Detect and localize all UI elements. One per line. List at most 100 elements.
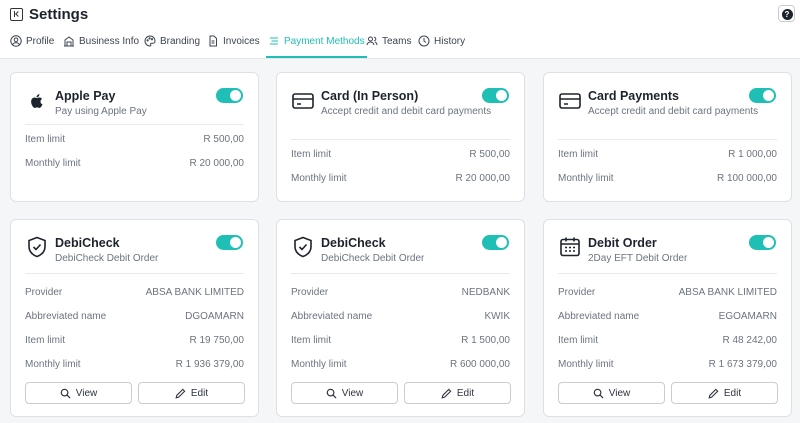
help-button[interactable]: ?	[778, 5, 795, 22]
card-title: DebiCheck	[55, 236, 120, 250]
card-divider	[558, 139, 777, 140]
building-icon	[64, 36, 74, 47]
search-icon	[593, 388, 604, 399]
tab-label: Invoices	[223, 36, 260, 47]
payment-card-debicheck-nedbank: DebiCheck DebiCheck Debit Order Provider…	[276, 219, 525, 417]
row-value: R 48 242,00	[722, 335, 778, 346]
edit-button[interactable]: Edit	[671, 382, 778, 404]
button-label: Edit	[723, 387, 742, 399]
row-label: Monthly limit	[291, 359, 347, 370]
row-value: R 1 500,00	[461, 335, 510, 346]
card-row: Item limit R 500,00	[291, 149, 510, 163]
shield-check-icon	[291, 235, 315, 259]
row-label: Item limit	[558, 149, 598, 160]
enable-toggle[interactable]	[216, 88, 243, 103]
tab-label: Teams	[382, 36, 412, 47]
collapse-sidebar-icon[interactable]	[10, 8, 23, 21]
pencil-icon	[175, 388, 186, 399]
card-row: Item limit R 19 750,00	[25, 335, 244, 349]
payment-card-card-in-person: Card (In Person) Accept credit and debit…	[276, 72, 525, 202]
payment-card-card-payments: Card Payments Accept credit and debit ca…	[543, 72, 792, 202]
edit-button[interactable]: Edit	[404, 382, 511, 404]
row-label: Monthly limit	[25, 158, 81, 169]
row-label: Monthly limit	[558, 359, 614, 370]
enable-toggle[interactable]	[749, 235, 776, 250]
button-label: Edit	[190, 387, 209, 399]
enable-toggle[interactable]	[749, 88, 776, 103]
card-row: Monthly limit R 20 000,00	[291, 173, 510, 187]
top-bar: Settings ? Profile Business Info Brandin…	[0, 0, 800, 59]
pencil-icon	[708, 388, 719, 399]
tab-payment-methods[interactable]: Payment Methods	[266, 31, 367, 58]
row-label: Abbreviated name	[25, 311, 107, 322]
tab-branding[interactable]: Branding	[144, 31, 200, 58]
card-subtitle: Accept credit and debit card payments	[321, 106, 492, 117]
pencil-icon	[441, 388, 452, 399]
card-divider	[558, 273, 777, 274]
row-label: Item limit	[25, 335, 65, 346]
tab-label: Branding	[160, 36, 201, 47]
card-row: Provider ABSA BANK LIMITED	[25, 287, 244, 301]
payment-card-debit-order: Debit Order 2Day EFT Debit Order Provide…	[543, 219, 792, 417]
card-title: DebiCheck	[321, 236, 386, 250]
enable-toggle[interactable]	[216, 235, 243, 250]
view-button[interactable]: View	[25, 382, 132, 404]
row-label: Abbreviated name	[558, 311, 640, 322]
payment-card-debicheck-absa: DebiCheck DebiCheck Debit Order Provider…	[10, 219, 259, 417]
palette-icon	[144, 35, 156, 47]
row-value: DGOAMARN	[185, 311, 244, 322]
card-title: Debit Order	[588, 236, 657, 250]
card-row: Item limit R 1 500,00	[291, 335, 510, 349]
tab-history[interactable]: History	[418, 31, 465, 58]
row-label: Item limit	[25, 134, 65, 145]
card-row: Item limit R 1 000,00	[558, 149, 777, 163]
card-row: Abbreviated name KWIK	[291, 311, 510, 325]
tab-bar: Profile Business Info Branding Invoices …	[0, 31, 800, 58]
row-label: Provider	[25, 287, 63, 298]
row-value: R 20 000,00	[189, 158, 245, 169]
row-value: ABSA BANK LIMITED	[145, 287, 244, 298]
search-icon	[60, 388, 71, 399]
card-row: Abbreviated name DGOAMARN	[25, 311, 244, 325]
search-icon	[326, 388, 337, 399]
list-icon	[270, 37, 278, 45]
tab-teams[interactable]: Teams	[366, 31, 411, 58]
card-row: Abbreviated name EGOAMARN	[558, 311, 777, 325]
card-row: Monthly limit R 600 000,00	[291, 359, 510, 373]
tab-divider	[0, 58, 800, 59]
row-value: R 1 936 379,00	[175, 359, 244, 370]
button-label: View	[341, 387, 364, 399]
card-subtitle: DebiCheck Debit Order	[321, 253, 425, 264]
card-divider	[25, 273, 244, 274]
view-button[interactable]: View	[291, 382, 398, 404]
card-divider	[25, 124, 244, 125]
row-label: Provider	[558, 287, 596, 298]
card-row: Monthly limit R 20 000,00	[25, 158, 244, 172]
shield-check-icon	[25, 235, 49, 259]
card-icon	[558, 89, 582, 113]
row-value: ABSA BANK LIMITED	[678, 287, 777, 298]
row-value: KWIK	[484, 311, 510, 322]
enable-toggle[interactable]	[482, 88, 509, 103]
tab-profile[interactable]: Profile	[10, 31, 54, 58]
row-label: Item limit	[558, 335, 598, 346]
apple-icon	[25, 89, 49, 113]
row-value: R 600 000,00	[449, 359, 510, 370]
row-label: Monthly limit	[25, 359, 81, 370]
page-title: Settings	[29, 6, 89, 23]
row-label: Item limit	[291, 335, 331, 346]
view-button[interactable]: View	[558, 382, 665, 404]
edit-button[interactable]: Edit	[138, 382, 245, 404]
tab-invoices[interactable]: Invoices	[207, 31, 260, 58]
card-row: Item limit R 48 242,00	[558, 335, 777, 349]
enable-toggle[interactable]	[482, 235, 509, 250]
row-value: R 100 000,00	[716, 173, 777, 184]
users-icon	[366, 36, 378, 46]
tab-business-info[interactable]: Business Info	[63, 31, 139, 58]
payment-card-apple-pay: Apple Pay Pay using Apple Pay Item limit…	[10, 72, 259, 202]
card-row: Monthly limit R 100 000,00	[558, 173, 777, 187]
tab-label: Payment Methods	[284, 36, 365, 47]
row-value: EGOAMARN	[718, 311, 777, 322]
card-subtitle: Accept credit and debit card payments	[588, 106, 759, 117]
row-label: Item limit	[291, 149, 331, 160]
